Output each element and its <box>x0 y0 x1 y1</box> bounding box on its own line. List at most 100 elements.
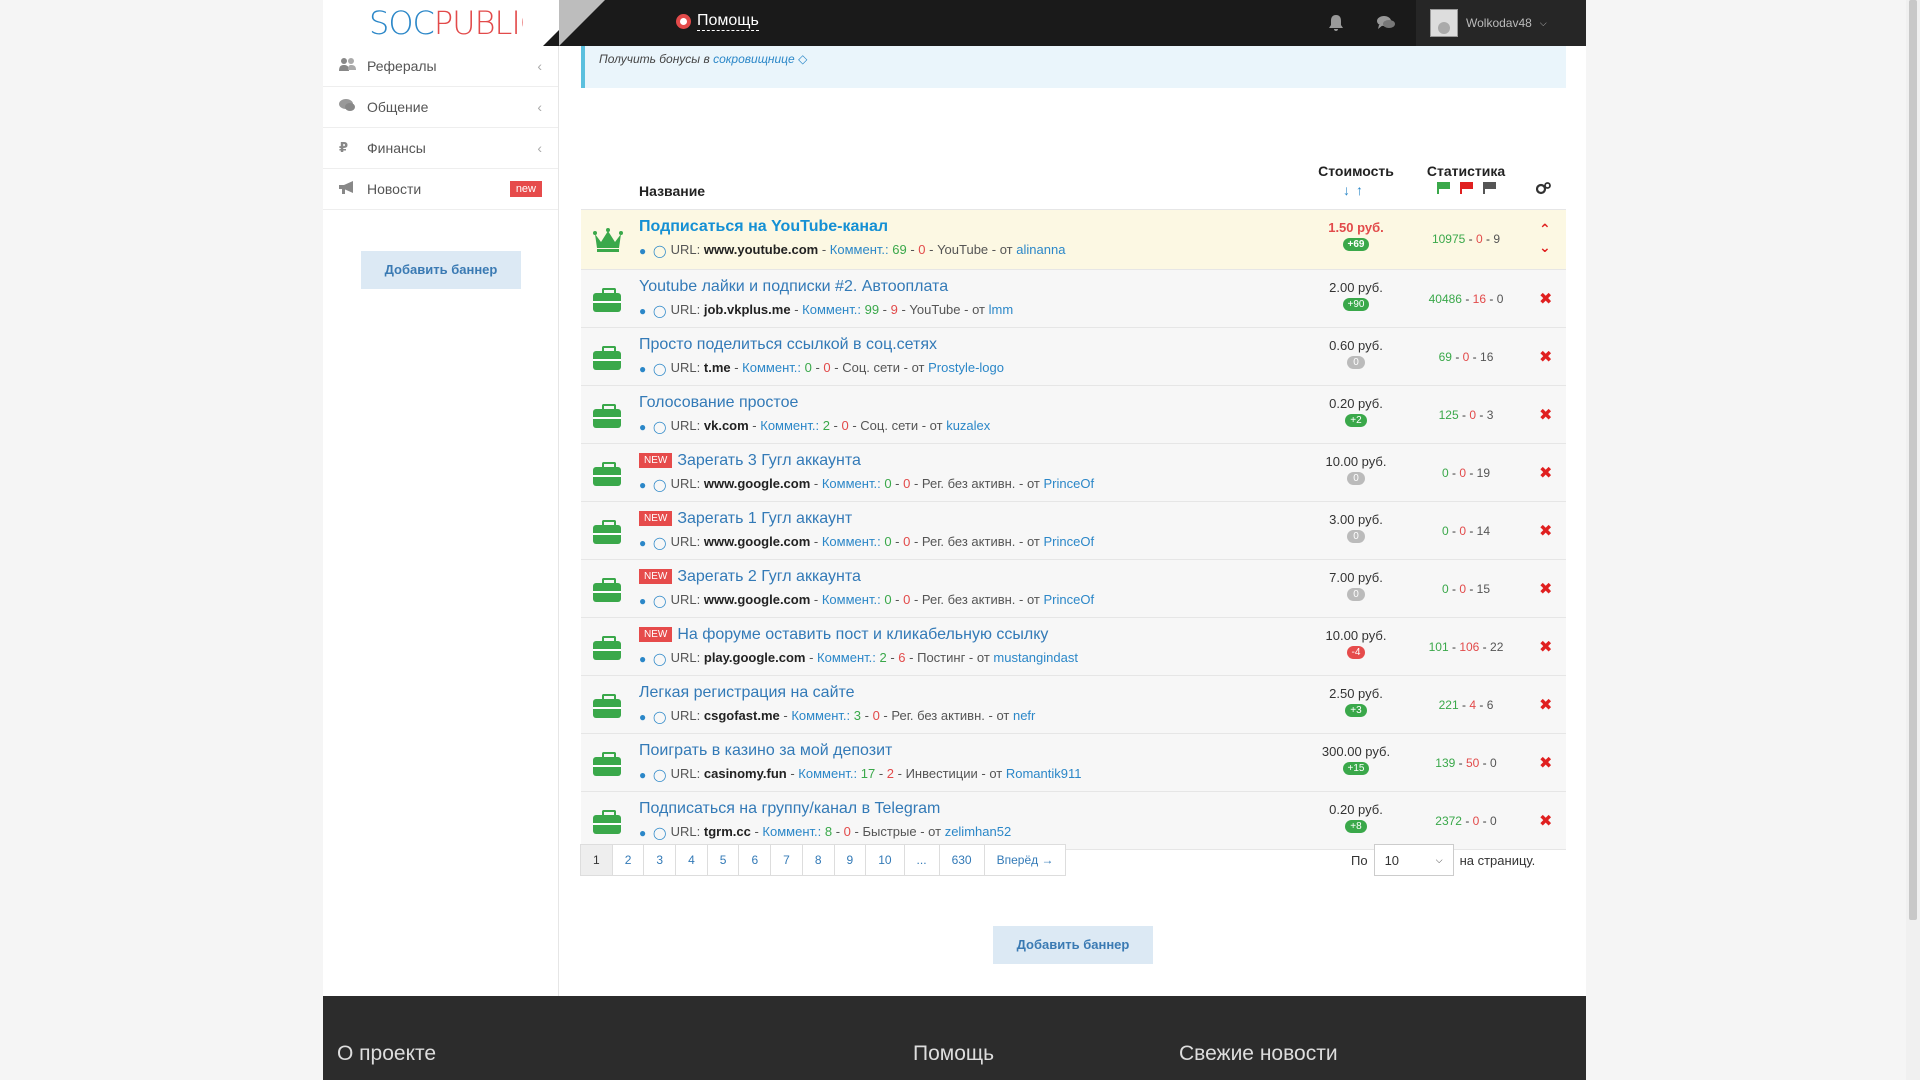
author-link[interactable]: lmm <box>989 302 1014 317</box>
sort-down-icon[interactable]: ↓ <box>1343 182 1356 198</box>
scrollbar-thumb[interactable] <box>1909 0 1917 920</box>
per-page-select[interactable]: 10 ⌵ <box>1373 844 1454 876</box>
table-row[interactable]: NEW На форуме оставить пост и кликабельну… <box>581 617 1566 676</box>
table-row[interactable]: Youtube лайки и подписки #2. Автооплата … <box>581 269 1566 328</box>
scrollbar[interactable] <box>1906 0 1920 1080</box>
task-meta: ● ◯ URL: www.youtube.com - Коммент.: 69 -… <box>639 242 1066 258</box>
task-category: Постинг <box>917 650 966 665</box>
table-row[interactable]: Поиграть в казино за мой депозит ● ◯ URL:… <box>581 733 1566 792</box>
page-button[interactable]: 2 <box>611 844 645 876</box>
page-button[interactable]: 10 <box>865 844 905 876</box>
author-link[interactable]: Romantik911 <box>1006 766 1082 781</box>
author-link[interactable]: PrinceOf <box>1044 476 1095 491</box>
page-button[interactable]: 9 <box>833 844 867 876</box>
logo[interactable]: SOCPUBLIC <box>323 0 543 46</box>
task-title-link[interactable]: NEW Зарегать 2 Гугл аккаунта <box>639 568 861 586</box>
chat-icon[interactable] <box>1377 15 1395 34</box>
gears-icon[interactable] <box>1535 182 1551 199</box>
help-link[interactable]: Помощь <box>676 12 759 31</box>
author-link[interactable]: PrinceOf <box>1044 592 1095 607</box>
page-button[interactable]: 4 <box>675 844 708 876</box>
sidebar-item-news[interactable]: Новости new <box>323 169 558 210</box>
sidebar-item-communication[interactable]: Общение ‹ <box>323 87 558 128</box>
add-banner-button[interactable]: Добавить баннер <box>993 926 1153 964</box>
table-row[interactable]: Легкая регистрация на сайте ● ◯ URL: csgo… <box>581 675 1566 734</box>
task-title: Голосование простое <box>639 394 799 411</box>
task-title-link[interactable]: Легкая регистрация на сайте <box>639 684 855 702</box>
table-row[interactable]: Подписаться на YouTube-канал ● ◯ URL: www… <box>581 209 1566 270</box>
comments-label[interactable]: Коммент.: <box>742 360 801 375</box>
stat-done: 0 <box>1441 524 1449 538</box>
comments-label[interactable]: Коммент.: <box>822 592 881 607</box>
page-button[interactable]: 6 <box>738 844 772 876</box>
footer-news[interactable]: Свежие новости <box>1179 1042 1338 1066</box>
page-button[interactable]: 630 <box>938 844 985 876</box>
task-title-link[interactable]: Просто поделиться ссылкой в соц.сетях <box>639 336 937 354</box>
close-icon[interactable]: ✖ <box>1539 347 1552 367</box>
close-icon[interactable]: ✖ <box>1539 579 1552 599</box>
author-link[interactable]: mustangindast <box>993 650 1078 665</box>
task-title-link[interactable]: Подписаться на YouTube-канал <box>639 218 888 236</box>
comments-label[interactable]: Коммент.: <box>762 824 821 839</box>
chevron-down-icon[interactable]: ⌄ <box>1539 238 1551 256</box>
author-link[interactable]: nefr <box>1013 708 1035 723</box>
logo-stripe <box>523 0 543 46</box>
comments-label[interactable]: Коммент.: <box>802 302 861 317</box>
page-button[interactable]: 8 <box>801 844 835 876</box>
author-link[interactable]: zelimhan52 <box>945 824 1012 839</box>
table-row[interactable]: Подписаться на группу/канал в Telegram ●… <box>581 791 1566 850</box>
comments-label[interactable]: Коммент.: <box>817 650 876 665</box>
bonus-pill: 0 <box>1347 588 1365 601</box>
bell-icon[interactable] <box>1329 15 1343 35</box>
next-page-button[interactable]: Вперёд → <box>983 844 1067 876</box>
briefcase-icon <box>593 810 621 834</box>
page-button[interactable]: ... <box>903 844 940 876</box>
task-title-link[interactable]: NEW Зарегать 3 Гугл аккаунта <box>639 452 861 470</box>
comments-label[interactable]: Коммент.: <box>822 476 881 491</box>
new-label: NEW <box>639 627 673 642</box>
close-icon[interactable]: ✖ <box>1539 753 1552 773</box>
page-button[interactable]: 1 <box>580 844 613 876</box>
comments-label[interactable]: Коммент.: <box>791 708 850 723</box>
author-link[interactable]: alinanna <box>1016 242 1065 257</box>
close-icon[interactable]: ✖ <box>1539 405 1552 425</box>
add-banner-button[interactable]: Добавить баннер <box>361 251 521 289</box>
page-button[interactable]: 3 <box>643 844 677 876</box>
task-title-link[interactable]: Подписаться на группу/канал в Telegram <box>639 800 940 818</box>
close-icon[interactable]: ✖ <box>1539 289 1552 309</box>
task-title-link[interactable]: NEW Зарегать 1 Гугл аккаунт <box>639 510 852 528</box>
table-row[interactable]: NEW Зарегать 1 Гугл аккаунт ● ◯ URL: www.g… <box>581 501 1566 560</box>
footer-help[interactable]: Помощь <box>913 1042 994 1066</box>
close-icon[interactable]: ✖ <box>1539 695 1552 715</box>
close-icon[interactable]: ✖ <box>1539 811 1552 831</box>
comments-label[interactable]: Коммент.: <box>830 242 889 257</box>
task-title-link[interactable]: Youtube лайки и подписки #2. Автооплата <box>639 278 948 296</box>
comments-label[interactable]: Коммент.: <box>760 418 819 433</box>
user-menu[interactable]: Wolkodav48 ⌵ <box>1416 0 1586 46</box>
table-row[interactable]: NEW Зарегать 2 Гугл аккаунта ● ◯ URL: www.… <box>581 559 1566 618</box>
treasury-link[interactable]: сокровищнице <box>713 52 795 66</box>
task-title-link[interactable]: Поиграть в казино за мой депозит <box>639 742 892 760</box>
table-row[interactable]: Просто поделиться ссылкой в соц.сетях ● ◯… <box>581 327 1566 386</box>
table-row[interactable]: Голосование простое ● ◯ URL: vk.com - Ком… <box>581 385 1566 444</box>
footer-about[interactable]: О проекте <box>337 1042 436 1066</box>
close-icon[interactable]: ✖ <box>1539 463 1552 483</box>
sort-up-icon[interactable]: ↑ <box>1356 182 1369 198</box>
close-icon[interactable]: ✖ <box>1539 521 1552 541</box>
comments-label[interactable]: Коммент.: <box>822 534 881 549</box>
comments-label[interactable]: Коммент.: <box>798 766 857 781</box>
sidebar-item-referrals[interactable]: Рефералы ‹ <box>323 46 558 87</box>
task-price-cell: 1.50 руб. +69 <box>1311 220 1401 251</box>
task-title-link[interactable]: NEW На форуме оставить пост и кликабельну… <box>639 626 1048 644</box>
chevron-up-icon[interactable]: ⌃ <box>1539 220 1551 238</box>
author-link[interactable]: kuzalex <box>946 418 990 433</box>
author-link[interactable]: PrinceOf <box>1044 534 1095 549</box>
sidebar-item-finance[interactable]: ₽ Финансы ‹ <box>323 128 558 169</box>
page-button[interactable]: 7 <box>770 844 803 876</box>
page-button[interactable]: 5 <box>706 844 740 876</box>
stat-pending: 0 <box>1490 756 1497 770</box>
task-title-link[interactable]: Голосование простое <box>639 394 798 412</box>
author-link[interactable]: Prostyle-logo <box>928 360 1004 375</box>
table-row[interactable]: NEW Зарегать 3 Гугл аккаунта ● ◯ URL: www.… <box>581 443 1566 502</box>
close-icon[interactable]: ✖ <box>1539 637 1552 657</box>
